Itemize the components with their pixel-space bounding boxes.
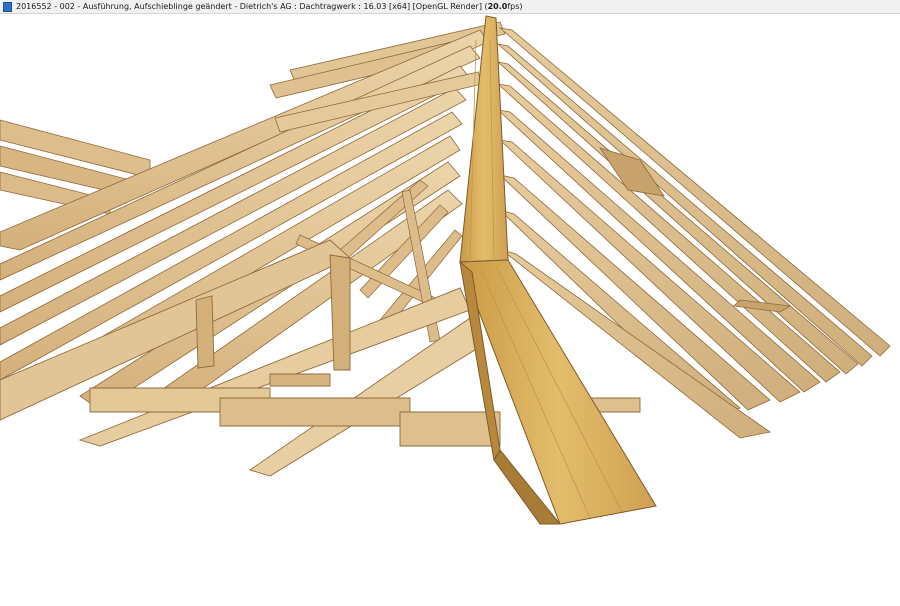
window-title: 2016552 - 002 - Ausführung, Aufschieblin… (16, 0, 523, 14)
fps-suffix: fps) (507, 1, 523, 11)
cad-application-window: 2016552 - 002 - Ausführung, Aufschieblin… (0, 0, 900, 606)
window-title-main: 2016552 - 002 - Ausführung, Aufschieblin… (16, 1, 488, 11)
cad-app-icon[interactable] (3, 1, 12, 12)
roof-model-render[interactable] (0, 15, 900, 606)
fps-value: 20.0 (487, 1, 508, 11)
3d-viewport[interactable] (0, 15, 900, 606)
title-bar[interactable]: 2016552 - 002 - Ausführung, Aufschieblin… (0, 0, 900, 14)
